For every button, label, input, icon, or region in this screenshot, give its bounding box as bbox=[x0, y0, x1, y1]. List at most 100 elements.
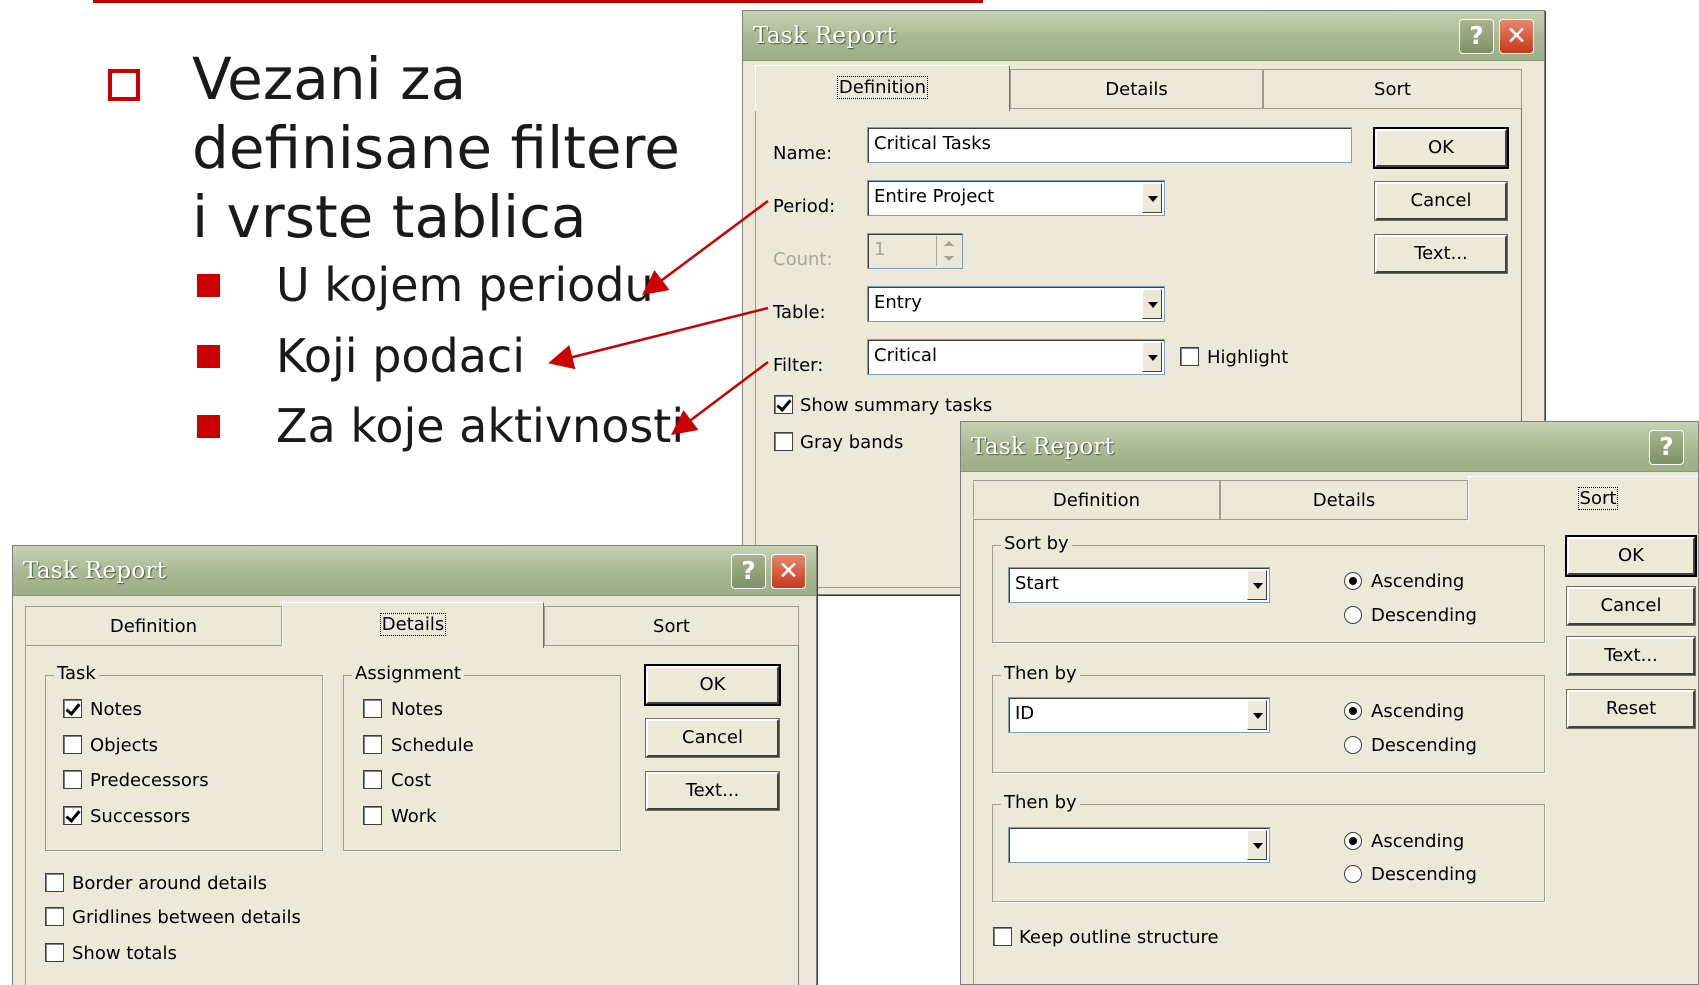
tab-details[interactable]: Details bbox=[1220, 480, 1468, 520]
filter-dropdown[interactable]: Critical bbox=[867, 339, 1165, 375]
dropdown-arrow-icon[interactable] bbox=[1247, 570, 1267, 600]
sub-bullet-tasks: Za koje aktivnosti bbox=[276, 399, 685, 453]
dropdown-arrow-icon[interactable] bbox=[1142, 289, 1162, 319]
ok-button[interactable]: OK bbox=[1373, 127, 1509, 169]
sort-by-ascending-label: Ascending bbox=[1371, 571, 1465, 592]
then-by-label: Then by bbox=[1001, 663, 1080, 684]
spinner-icon[interactable] bbox=[936, 236, 960, 266]
assignment-cost-checkbox[interactable] bbox=[363, 770, 382, 789]
border-checkbox[interactable] bbox=[45, 873, 64, 892]
task-successors-label: Successors bbox=[90, 806, 191, 827]
dialog-title: Task Report bbox=[23, 558, 167, 584]
assignment-work-checkbox[interactable] bbox=[363, 806, 382, 825]
gray-bands-checkbox[interactable] bbox=[774, 432, 793, 451]
tab-sort[interactable]: Sort bbox=[1468, 476, 1698, 522]
task-predecessors-checkbox[interactable] bbox=[63, 770, 82, 789]
square-bullet-icon bbox=[197, 345, 220, 368]
tab-sort[interactable]: Sort bbox=[1263, 69, 1522, 109]
task-predecessors-label: Predecessors bbox=[90, 770, 209, 791]
then-by-ascending-radio[interactable] bbox=[1344, 702, 1362, 720]
tab-definition[interactable]: Definition bbox=[973, 480, 1220, 520]
cancel-button[interactable]: Cancel bbox=[645, 718, 780, 758]
text-button[interactable]: Text... bbox=[1566, 636, 1696, 676]
close-icon[interactable]: ✕ bbox=[1499, 19, 1534, 54]
sort-by-descending-label: Descending bbox=[1371, 605, 1477, 626]
task-group-label: Task bbox=[54, 663, 99, 684]
assignment-group: Assignment bbox=[343, 663, 621, 851]
sort-by-ascending-radio[interactable] bbox=[1344, 572, 1362, 590]
name-field[interactable]: Critical Tasks bbox=[867, 127, 1352, 163]
gridlines-label: Gridlines between details bbox=[72, 907, 301, 928]
name-label: Name: bbox=[773, 143, 833, 164]
then-by-ascending-label: Ascending bbox=[1371, 701, 1465, 722]
then-by-2-descending-radio[interactable] bbox=[1344, 865, 1362, 883]
then-by-2-dropdown[interactable] bbox=[1008, 827, 1270, 863]
sort-by-dropdown[interactable]: Start bbox=[1008, 567, 1270, 603]
tab-details[interactable]: Details bbox=[1010, 69, 1263, 109]
arrow-table bbox=[548, 306, 769, 370]
assignment-group-label: Assignment bbox=[352, 663, 464, 684]
tab-details[interactable]: Details bbox=[282, 602, 544, 648]
cancel-button[interactable]: Cancel bbox=[1566, 586, 1696, 626]
close-icon[interactable]: ✕ bbox=[771, 554, 806, 589]
tab-row: Definition Details Sort bbox=[755, 65, 1532, 111]
filter-label: Filter: bbox=[773, 355, 824, 376]
then-by-2-descending-label: Descending bbox=[1371, 864, 1477, 885]
show-totals-label: Show totals bbox=[72, 943, 177, 964]
period-dropdown[interactable]: Entire Project bbox=[867, 180, 1165, 216]
dropdown-arrow-icon[interactable] bbox=[1247, 830, 1267, 860]
text-button[interactable]: Text... bbox=[1374, 234, 1508, 274]
task-notes-checkbox[interactable] bbox=[63, 699, 82, 718]
main-bullet-text: Vezani za definisane filtere i vrste tab… bbox=[192, 45, 680, 251]
square-bullet-icon bbox=[197, 415, 220, 438]
show-totals-checkbox[interactable] bbox=[45, 943, 64, 962]
dialog-titlebar: Task Report ? bbox=[961, 422, 1698, 472]
slide-top-rule bbox=[93, 0, 983, 3]
task-objects-checkbox[interactable] bbox=[63, 735, 82, 754]
dialog-titlebar: Task Report ? ✕ bbox=[743, 11, 1544, 61]
tab-definition[interactable]: Definition bbox=[755, 65, 1010, 111]
help-icon[interactable]: ? bbox=[1459, 19, 1494, 54]
dialog-title: Task Report bbox=[971, 434, 1115, 460]
count-stepper[interactable]: 1 bbox=[867, 233, 963, 269]
assignment-notes-checkbox[interactable] bbox=[363, 699, 382, 718]
gridlines-checkbox[interactable] bbox=[45, 907, 64, 926]
dialog-titlebar: Task Report ? ✕ bbox=[13, 546, 816, 596]
then-by-2-ascending-radio[interactable] bbox=[1344, 832, 1362, 850]
assignment-notes-label: Notes bbox=[391, 699, 443, 720]
highlight-checkbox[interactable] bbox=[1180, 347, 1199, 366]
cancel-button[interactable]: Cancel bbox=[1374, 181, 1508, 221]
border-label: Border around details bbox=[72, 873, 268, 894]
table-label: Table: bbox=[773, 302, 826, 323]
then-by-descending-label: Descending bbox=[1371, 735, 1477, 756]
assignment-schedule-checkbox[interactable] bbox=[363, 735, 382, 754]
then-by-descending-radio[interactable] bbox=[1344, 736, 1362, 754]
sort-by-descending-radio[interactable] bbox=[1344, 606, 1362, 624]
task-notes-label: Notes bbox=[90, 699, 142, 720]
task-report-dialog-sort: Task Report ? Definition Details Sort So… bbox=[960, 421, 1699, 985]
show-summary-checkbox[interactable] bbox=[774, 395, 793, 414]
tab-row: Definition Details Sort bbox=[25, 602, 804, 648]
tab-sort[interactable]: Sort bbox=[544, 606, 799, 646]
table-dropdown[interactable]: Entry bbox=[867, 286, 1165, 322]
dropdown-arrow-icon[interactable] bbox=[1142, 183, 1162, 213]
hollow-square-bullet-icon bbox=[108, 69, 140, 101]
show-summary-label: Show summary tasks bbox=[800, 395, 993, 416]
keep-outline-label: Keep outline structure bbox=[1019, 927, 1219, 948]
then-by-dropdown[interactable]: ID bbox=[1008, 697, 1270, 733]
dialog-title: Task Report bbox=[753, 23, 897, 49]
tab-definition[interactable]: Definition bbox=[25, 606, 282, 646]
help-icon[interactable]: ? bbox=[731, 554, 766, 589]
dropdown-arrow-icon[interactable] bbox=[1247, 700, 1267, 730]
ok-button[interactable]: OK bbox=[644, 664, 781, 706]
gray-bands-label: Gray bands bbox=[800, 432, 904, 453]
ok-button[interactable]: OK bbox=[1565, 535, 1697, 577]
keep-outline-checkbox[interactable] bbox=[993, 927, 1012, 946]
text-button[interactable]: Text... bbox=[645, 771, 780, 811]
highlight-label: Highlight bbox=[1207, 347, 1289, 368]
reset-button[interactable]: Reset bbox=[1566, 689, 1696, 729]
dropdown-arrow-icon[interactable] bbox=[1142, 342, 1162, 372]
task-successors-checkbox[interactable] bbox=[63, 806, 82, 825]
help-icon[interactable]: ? bbox=[1649, 430, 1684, 465]
sort-by-label: Sort by bbox=[1001, 533, 1072, 554]
